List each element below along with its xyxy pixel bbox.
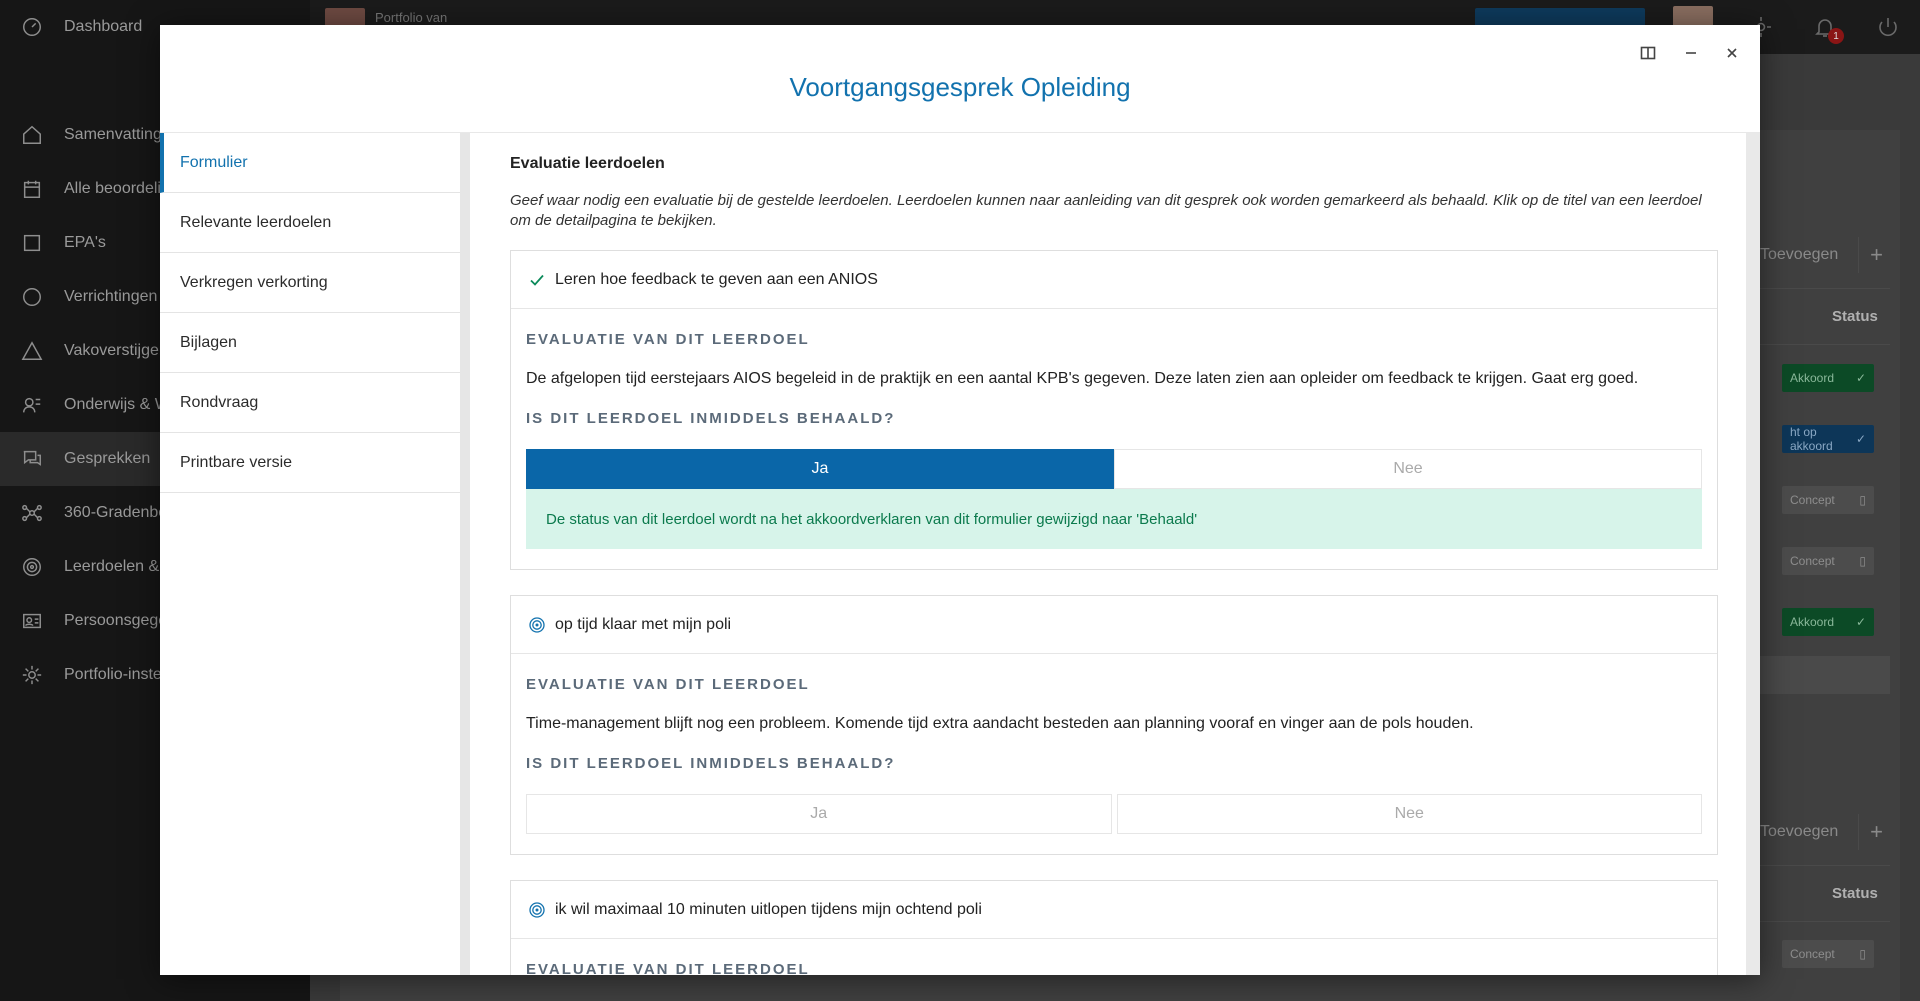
nav-item-relevante-leerdoelen[interactable]: Relevante leerdoelen xyxy=(160,193,460,253)
status-badge: Akkoord ✓ xyxy=(1782,608,1874,636)
scrollbar[interactable] xyxy=(1746,133,1760,975)
nav-item-formulier[interactable]: Formulier xyxy=(160,133,460,193)
evaluation-label: EVALUATIE VAN DIT LEERDOEL xyxy=(526,676,810,693)
sidebar-item-label: Leerdoelen & C xyxy=(64,558,176,575)
goal-title: Leren hoe feedback te geven aan een ANIO… xyxy=(555,270,878,288)
sidebar-item-label: Alle beoordeli xyxy=(64,180,161,197)
sidebar-item-label: Samenvatting xyxy=(64,126,162,143)
check-icon xyxy=(527,270,547,290)
sidebar-item-label: Persoonsgege xyxy=(64,612,168,629)
nav-item-printbare-versie[interactable]: Printbare versie xyxy=(160,433,460,493)
section-title: Evaluatie leerdoelen xyxy=(510,155,665,172)
triangle-icon xyxy=(20,339,44,363)
split-view-icon[interactable] xyxy=(1636,41,1660,65)
sidebar-item-label: Vakoverstijgen xyxy=(64,342,168,359)
achieved-question: IS DIT LEERDOEL INMIDDELS BEHAALD? xyxy=(526,755,896,772)
status-header: Status xyxy=(1832,308,1878,325)
status-badge: Concept ▯ xyxy=(1782,547,1874,575)
close-icon[interactable] xyxy=(1720,41,1744,65)
nav-item-bijlagen[interactable]: Bijlagen xyxy=(160,313,460,373)
status-badge: Akkoord ✓ xyxy=(1782,364,1874,392)
sidebar-item-label: Portfolio-inste xyxy=(64,666,162,683)
network-icon xyxy=(20,501,44,525)
goal-card: Leren hoe feedback te geven aan een ANIO… xyxy=(510,250,1718,570)
square-icon xyxy=(20,231,44,255)
target-icon xyxy=(527,900,547,920)
gear-icon xyxy=(20,663,44,687)
goal-title: op tijd klaar met mijn poli xyxy=(555,615,732,633)
section-description: Geef waar nodig een evaluatie bij de ges… xyxy=(510,192,1702,229)
achieved-toggle: Ja Nee xyxy=(526,449,1702,489)
achieved-question: IS DIT LEERDOEL INMIDDELS BEHAALD? xyxy=(526,410,896,427)
notification-badge: 1 xyxy=(1828,28,1844,44)
modal-dialog: Voortgangsgesprek Opleiding Formulier Re… xyxy=(160,25,1760,975)
add-button-label[interactable]: Toevoegen xyxy=(1760,246,1838,264)
id-card-icon xyxy=(20,609,44,633)
power-icon[interactable] xyxy=(1875,14,1901,40)
yes-button[interactable]: Ja xyxy=(526,449,1114,489)
achieved-toggle: Ja Nee xyxy=(526,794,1702,834)
yes-button[interactable]: Ja xyxy=(526,794,1112,834)
modal-content: Evaluatie leerdoelen Geef waar nodig een… xyxy=(480,133,1742,975)
no-button[interactable]: Nee xyxy=(1116,794,1702,834)
sidebar-item-label: Dashboard xyxy=(64,18,143,35)
nav-item-verkregen-verkorting[interactable]: Verkregen verkorting xyxy=(160,253,460,313)
sidebar-item-label: EPA's xyxy=(64,234,106,251)
evaluation-text: Time-management blijft nog een probleem.… xyxy=(526,715,1474,732)
status-header: Status xyxy=(1832,885,1878,902)
status-badge: Concept ▯ xyxy=(1782,940,1874,968)
status-info-message: De status van dit leerdoel wordt na het … xyxy=(526,489,1702,549)
add-button[interactable]: + xyxy=(1858,814,1894,850)
chat-icon xyxy=(20,447,44,471)
evaluation-label: EVALUATIE VAN DIT LEERDOEL xyxy=(526,331,810,348)
education-icon xyxy=(20,393,44,417)
modal-title: Voortgangsgesprek Opleiding xyxy=(789,72,1131,102)
portfolio-label: Portfolio van xyxy=(375,10,448,25)
circle-icon xyxy=(20,285,44,309)
sidebar-item-label: Onderwijs & W xyxy=(64,396,170,413)
nav-item-rondvraag[interactable]: Rondvraag xyxy=(160,373,460,433)
modal-header: Voortgangsgesprek Opleiding xyxy=(160,25,1760,133)
sidebar-item-label: Verrichtingen xyxy=(64,288,158,305)
add-button-label[interactable]: Toevoegen xyxy=(1760,823,1838,841)
goal-title-link[interactable]: ik wil maximaal 10 minuten uitlopen tijd… xyxy=(511,881,1717,939)
goal-card: ik wil maximaal 10 minuten uitlopen tijd… xyxy=(510,880,1718,975)
target-icon xyxy=(527,615,547,635)
evaluation-label: EVALUATIE VAN DIT LEERDOEL xyxy=(526,961,810,975)
sidebar-item-label: 360-Gradenbe xyxy=(64,504,168,521)
calendar-icon xyxy=(20,177,44,201)
goal-title-link[interactable]: Leren hoe feedback te geven aan een ANIO… xyxy=(511,251,1717,309)
home-icon xyxy=(20,123,44,147)
add-button[interactable]: + xyxy=(1858,237,1894,273)
goal-card: op tijd klaar met mijn poli EVALUATIE VA… xyxy=(510,595,1718,855)
goal-title-link[interactable]: op tijd klaar met mijn poli xyxy=(511,596,1717,654)
dashboard-icon xyxy=(20,15,44,39)
modal-nav: Formulier Relevante leerdoelen Verkregen… xyxy=(160,133,470,975)
no-button[interactable]: Nee xyxy=(1114,449,1702,489)
sidebar-item-label: Gesprekken xyxy=(64,450,151,467)
status-badge: Concept ▯ xyxy=(1782,486,1874,514)
evaluation-text: De afgelopen tijd eerstejaars AIOS begel… xyxy=(526,370,1639,387)
minimize-icon[interactable] xyxy=(1679,41,1703,65)
target-icon xyxy=(20,555,44,579)
status-badge: ht op akkoord ✓ xyxy=(1782,425,1874,453)
goal-title: ik wil maximaal 10 minuten uitlopen tijd… xyxy=(555,900,982,918)
